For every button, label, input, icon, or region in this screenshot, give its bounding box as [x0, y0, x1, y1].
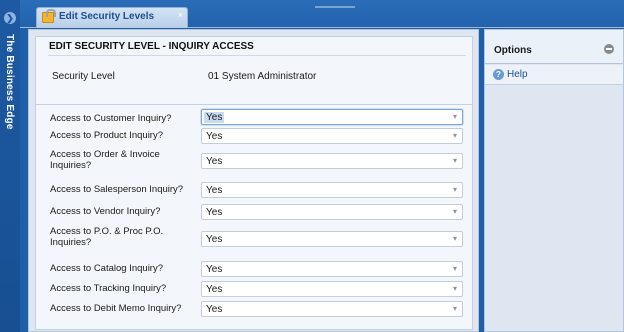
tracking-inquiry-select[interactable]: Yes ▾ [201, 281, 463, 297]
select-value: Yes [206, 284, 223, 295]
po-inquiries-select[interactable]: Yes ▾ [201, 231, 463, 247]
salesperson-inquiry-select[interactable]: Yes ▾ [201, 182, 463, 198]
chevron-down-icon[interactable]: ▾ [453, 156, 457, 165]
expand-sidebar-icon[interactable]: ❯ [4, 12, 16, 24]
customer-inquiry-select[interactable]: Yes ▾ [201, 109, 463, 125]
tab-label: Edit Security Levels [59, 11, 155, 22]
chevron-down-icon[interactable]: ▾ [453, 131, 457, 140]
chevron-down-icon[interactable]: ▾ [453, 234, 457, 243]
chevron-down-icon[interactable]: ▾ [453, 185, 457, 194]
close-tab-icon[interactable]: × [178, 10, 183, 20]
select-value: Yes [206, 234, 223, 245]
field-label: Access to Vendor Inquiry? [50, 206, 161, 217]
help-icon: ? [493, 69, 504, 80]
form-row-po-inquiries: Access to P.O. & Proc P.O. Inquiries? Ye… [36, 224, 474, 250]
form-row-vendor-inquiry: Access to Vendor Inquiry? Yes ▾ [36, 203, 474, 221]
field-label: Access to P.O. & Proc P.O. Inquiries? [50, 226, 164, 248]
field-label: Access to Tracking Inquiry? [50, 283, 167, 294]
field-label: Access to Catalog Inquiry? [50, 263, 164, 274]
section-title: EDIT SECURITY LEVEL - INQUIRY ACCESS [49, 41, 254, 52]
form-row-order-invoice-inquiries: Access to Order & Invoice Inquiries? Yes… [36, 148, 474, 174]
select-value: Yes [206, 131, 223, 142]
select-value: Yes [206, 156, 223, 167]
field-label: Access to Order & Invoice Inquiries? [50, 149, 160, 171]
form-row-debit-memo-inquiry: Access to Debit Memo Inquiry? Yes ▾ [36, 300, 474, 318]
form-row-product-inquiry: Access to Product Inquiry? Yes ▾ [36, 127, 474, 145]
form-row-customer-inquiry: Access to Customer Inquiry? Yes ▾ [36, 108, 474, 126]
field-label: Access to Salesperson Inquiry? [50, 184, 184, 195]
vendor-inquiry-select[interactable]: Yes ▾ [201, 204, 463, 220]
tab-bar: Edit Security Levels × [20, 0, 624, 28]
brand-sidebar: ❯ The Business Edge [0, 0, 20, 332]
options-item-help[interactable]: ? Help [485, 65, 623, 85]
field-label: Access to Product Inquiry? [50, 130, 163, 141]
order-invoice-inquiries-select[interactable]: Yes ▾ [201, 153, 463, 169]
inquiry-access-form: Access to Customer Inquiry? Yes ▾ Access… [35, 104, 473, 330]
select-value: Yes [206, 185, 223, 196]
product-inquiry-select[interactable]: Yes ▾ [201, 128, 463, 144]
select-value: Yes [206, 264, 223, 275]
debit-memo-inquiry-select[interactable]: Yes ▾ [201, 301, 463, 317]
chevron-down-icon[interactable]: ▾ [453, 264, 457, 273]
security-level-value: 01 System Administrator [208, 71, 317, 82]
folder-key-icon [42, 9, 56, 23]
tabbar-grip[interactable] [315, 6, 355, 8]
chevron-down-icon[interactable]: ▾ [453, 304, 457, 313]
tab-edit-security-levels[interactable]: Edit Security Levels × [36, 7, 188, 28]
catalog-inquiry-select[interactable]: Yes ▾ [201, 261, 463, 277]
chevron-down-icon[interactable]: ▾ [453, 112, 457, 121]
brand-title: The Business Edge [4, 34, 15, 130]
options-header: Options [485, 30, 623, 64]
chevron-down-icon[interactable]: ▾ [453, 284, 457, 293]
options-panel: Options ? Help [484, 29, 624, 332]
security-level-label: Security Level [52, 71, 115, 82]
form-row-tracking-inquiry: Access to Tracking Inquiry? Yes ▾ [36, 280, 474, 298]
form-row-salesperson-inquiry: Access to Salesperson Inquiry? Yes ▾ [36, 181, 474, 199]
options-title: Options [494, 45, 532, 56]
field-label: Access to Customer Inquiry? [50, 113, 172, 124]
select-value: Yes [204, 112, 225, 123]
help-link[interactable]: Help [507, 69, 528, 80]
collapse-panel-icon[interactable] [604, 44, 614, 54]
form-row-catalog-inquiry: Access to Catalog Inquiry? Yes ▾ [36, 260, 474, 278]
chevron-down-icon[interactable]: ▾ [453, 207, 457, 216]
divider [48, 55, 466, 56]
select-value: Yes [206, 207, 223, 218]
main-content: EDIT SECURITY LEVEL - INQUIRY ACCESS Sec… [28, 29, 479, 332]
field-label: Access to Debit Memo Inquiry? [50, 303, 182, 314]
select-value: Yes [206, 304, 223, 315]
